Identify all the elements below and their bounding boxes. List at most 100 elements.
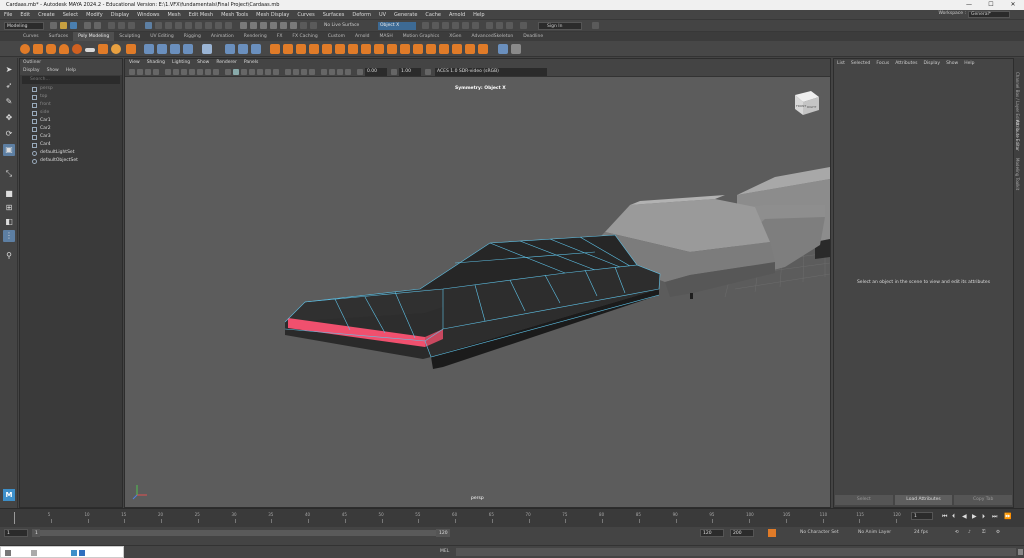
sign-in-button[interactable]: Sign In <box>538 22 582 30</box>
shelf-tab-surfaces[interactable]: Surfaces <box>44 32 74 41</box>
range-bar[interactable] <box>40 530 450 536</box>
target-weld-icon[interactable] <box>283 44 293 54</box>
fps-select[interactable]: 24 fps <box>914 529 928 537</box>
ae-menu-show[interactable]: Show <box>946 59 958 69</box>
open-scene-icon[interactable] <box>60 22 67 29</box>
go-to-start-icon[interactable]: ⏮ <box>942 513 947 521</box>
four-view-icon[interactable]: ⊞ <box>3 202 15 214</box>
viewport-menu-view[interactable]: View <box>129 59 140 67</box>
arnold-render-icon[interactable] <box>486 22 493 29</box>
history-icon[interactable] <box>300 22 307 29</box>
paint-select-icon[interactable]: ✎ <box>3 96 15 108</box>
light-editor-icon[interactable] <box>472 22 479 29</box>
outliner-item-side[interactable]: side <box>20 109 122 117</box>
render-setup-icon[interactable] <box>462 22 469 29</box>
field-chart-icon[interactable] <box>197 69 203 75</box>
script-editor-window[interactable] <box>0 546 124 558</box>
shelf-tab-rigging[interactable]: Rigging <box>179 32 206 41</box>
menu-file[interactable]: File <box>0 12 16 18</box>
shelf-tab-mash[interactable]: MASH <box>375 32 398 41</box>
step-back-icon[interactable]: ⏴ <box>952 513 955 521</box>
lasso-tool-icon[interactable]: ➶ <box>3 80 15 92</box>
boolean-icon[interactable] <box>170 44 180 54</box>
menu-edit-mesh[interactable]: Edit Mesh <box>185 12 217 18</box>
range-end-field[interactable]: 120 <box>700 529 724 537</box>
insert-edge-loop-icon[interactable] <box>322 44 332 54</box>
time-slider[interactable]: 5 10 15 20 25 30 35 40 45 50 55 60 65 70 75 80 85 90 95 100… <box>0 508 1024 527</box>
ipr-render-icon[interactable] <box>432 22 439 29</box>
chamfer-icon[interactable] <box>426 44 436 54</box>
flip-icon[interactable] <box>452 44 462 54</box>
snap-curve-icon[interactable] <box>250 22 257 29</box>
symmetrize-icon[interactable] <box>465 44 475 54</box>
render-frame-icon[interactable] <box>422 22 429 29</box>
outliner-item-car1[interactable]: Car1 <box>20 117 122 125</box>
shelf-tab-uv-editing[interactable]: UV Editing <box>145 32 178 41</box>
combine-icon[interactable] <box>126 44 136 54</box>
select-hierarchy-icon[interactable] <box>108 22 115 29</box>
fill-hole-icon[interactable] <box>374 44 384 54</box>
viewport-menu-panels[interactable]: Panels <box>244 59 258 67</box>
outliner-search-input[interactable]: Search... <box>22 76 120 84</box>
mask-misc-icon[interactable] <box>225 22 232 29</box>
range-end-handle[interactable]: 120 <box>436 529 450 537</box>
wedge-icon[interactable] <box>361 44 371 54</box>
mask-joint-icon[interactable] <box>165 22 172 29</box>
use-all-lights-icon[interactable] <box>265 69 271 75</box>
maya-icon[interactable] <box>71 550 77 556</box>
shelf-tab-arnold[interactable]: Arnold <box>350 32 375 41</box>
anim-prefs-icon[interactable]: ⚙ <box>996 529 1000 537</box>
view-cube[interactable]: FRONT RIGHT <box>795 91 819 115</box>
slide-edge-icon[interactable] <box>400 44 410 54</box>
close-button[interactable]: ✕ <box>1002 0 1024 10</box>
start-frame-field[interactable]: 1 <box>4 529 28 537</box>
menu-uv[interactable]: UV <box>375 12 390 18</box>
command-mode-label[interactable]: MEL <box>440 548 449 556</box>
xray-active-icon[interactable] <box>345 69 351 75</box>
offset-edge-loop-icon[interactable] <box>335 44 345 54</box>
shelf-tab-fx-caching[interactable]: FX Caching <box>287 32 322 41</box>
arnold-ipr-icon[interactable] <box>496 22 503 29</box>
exposure-field[interactable]: 0.00 <box>365 68 387 76</box>
save-scene-icon[interactable] <box>70 22 77 29</box>
construction-history-icon[interactable] <box>310 22 317 29</box>
gate-mask-icon[interactable] <box>189 69 195 75</box>
shelf-tab-motion-graphics[interactable]: Motion Graphics <box>398 32 445 41</box>
grid-toggle-icon[interactable] <box>165 69 171 75</box>
new-scene-icon[interactable] <box>50 22 57 29</box>
next-key-icon[interactable]: ⏩ <box>1004 513 1011 521</box>
poly-cone-icon[interactable] <box>59 44 69 54</box>
persp-graph-icon[interactable]: ⋮ <box>3 230 15 242</box>
wireframe-on-shaded-icon[interactable] <box>249 69 255 75</box>
mirror-icon[interactable] <box>183 44 193 54</box>
menu-edit[interactable]: Edit <box>16 12 34 18</box>
poly-cylinder-icon[interactable] <box>46 44 56 54</box>
menu-help[interactable]: Help <box>469 12 488 18</box>
outliner-item-top[interactable]: top <box>20 93 122 101</box>
select-object-icon[interactable] <box>118 22 125 29</box>
ae-menu-attributes[interactable]: Attributes <box>895 59 917 69</box>
menu-display[interactable]: Display <box>107 12 133 18</box>
menu-surfaces[interactable]: Surfaces <box>319 12 349 18</box>
workspace-select[interactable]: General* <box>968 11 1010 18</box>
ae-menu-selected[interactable]: Selected <box>851 59 871 69</box>
reduce-icon[interactable] <box>478 44 488 54</box>
platonic-solid-icon[interactable] <box>111 44 121 54</box>
shelf-tab-fx[interactable]: FX <box>272 32 288 41</box>
select-button[interactable]: Select <box>835 495 893 505</box>
append-polygon-icon[interactable] <box>387 44 397 54</box>
snap-point-icon[interactable] <box>260 22 267 29</box>
key-icon[interactable]: ⚿ <box>982 529 985 537</box>
snap-pivot-icon[interactable] <box>290 22 297 29</box>
extrude-icon[interactable] <box>225 44 235 54</box>
menu-mesh-tools[interactable]: Mesh Tools <box>217 12 252 18</box>
menu-windows[interactable]: Windows <box>133 12 163 18</box>
smooth-shade-icon[interactable] <box>233 69 239 75</box>
poly-disc-icon[interactable] <box>98 44 108 54</box>
undo-icon[interactable] <box>84 22 91 29</box>
outliner-item-car2[interactable]: Car2 <box>20 125 122 133</box>
snap-grid-icon[interactable] <box>240 22 247 29</box>
shadows-icon[interactable] <box>273 69 279 75</box>
menu-arnold[interactable]: Arnold <box>445 12 469 18</box>
play-forward-icon[interactable]: ▶ <box>972 513 977 521</box>
